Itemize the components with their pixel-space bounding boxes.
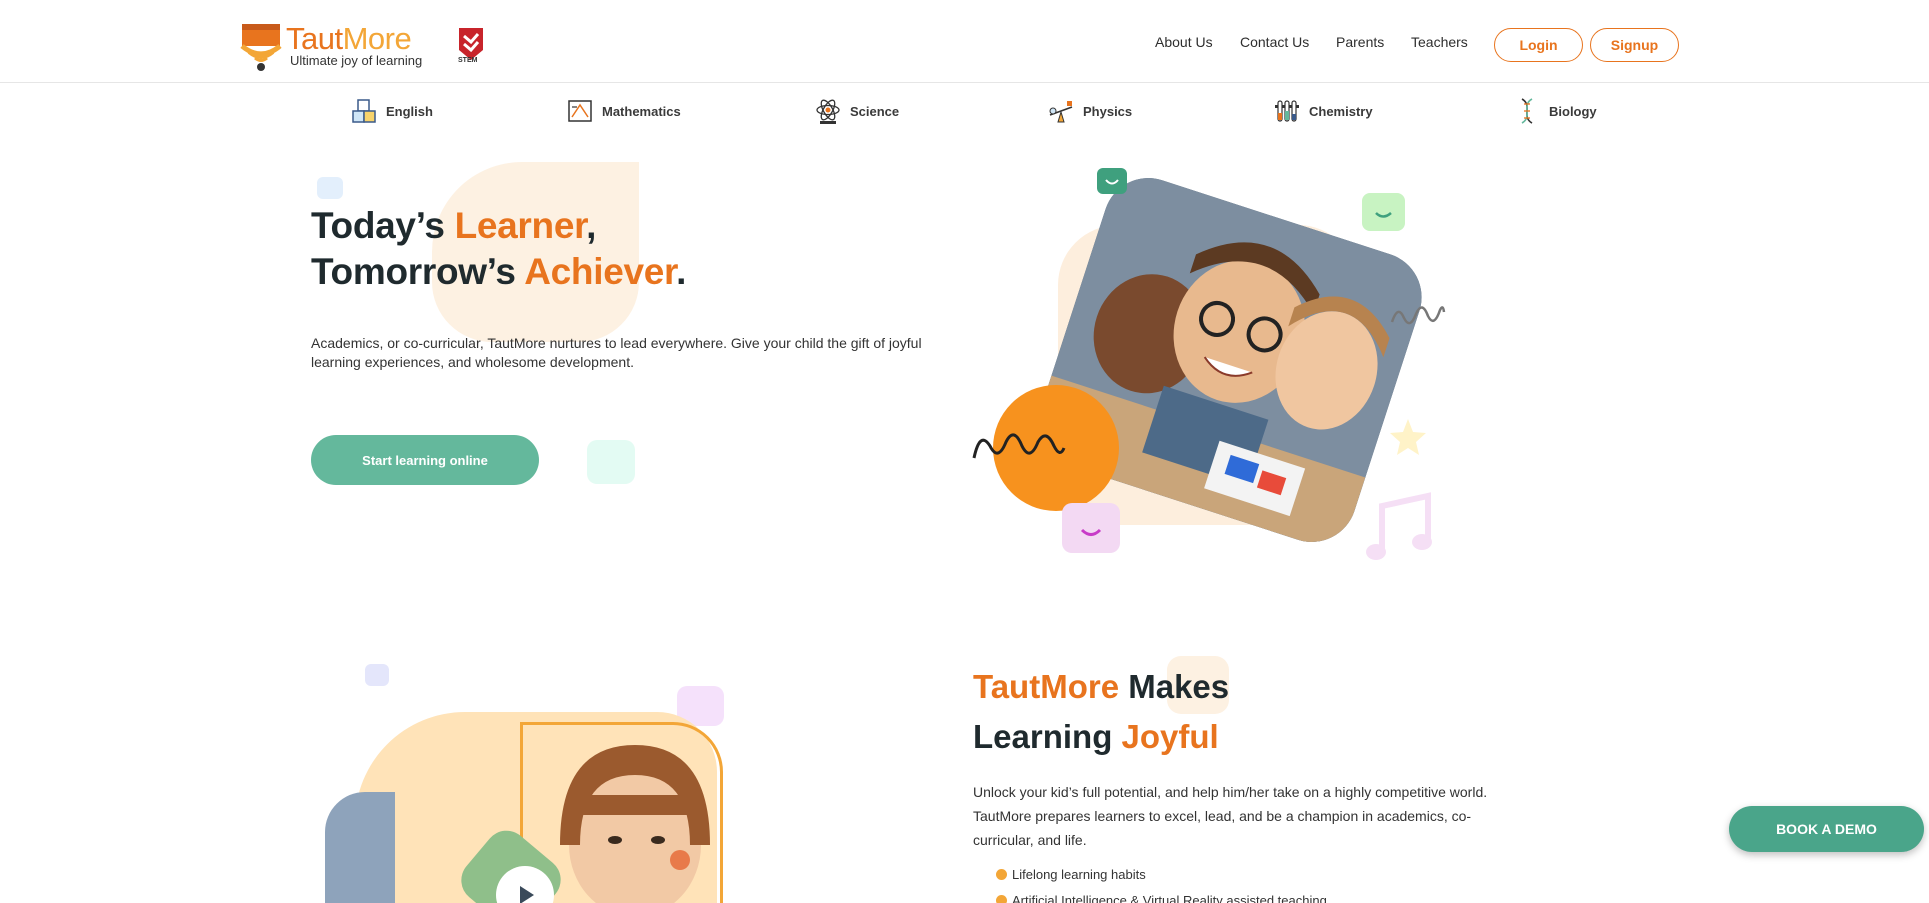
smile-tile-lightgreen bbox=[1362, 193, 1405, 231]
girl-photo bbox=[560, 745, 710, 903]
math-board-icon bbox=[568, 100, 592, 122]
subject-label: Biology bbox=[1549, 103, 1597, 119]
squiggle-grey-icon bbox=[1390, 306, 1446, 325]
subject-label: Physics bbox=[1083, 103, 1133, 119]
section-joyful-description: Unlock your kid’s full potential, and he… bbox=[973, 784, 1488, 848]
nav-parents[interactable]: Parents bbox=[1336, 34, 1384, 50]
book-demo-button[interactable]: BOOK A DEMO bbox=[1729, 806, 1924, 852]
smile-tile-green bbox=[1097, 168, 1127, 194]
login-button[interactable]: Login bbox=[1494, 28, 1583, 62]
bullet-dot-icon bbox=[996, 869, 1007, 880]
dna-icon bbox=[1521, 98, 1533, 124]
squiggle-dark-icon bbox=[972, 433, 1066, 459]
nav-contact-us[interactable]: Contact Us bbox=[1240, 34, 1309, 50]
subject-biology[interactable]: Biology bbox=[1513, 97, 1597, 125]
subject-chemistry[interactable]: Chemistry bbox=[1273, 97, 1373, 125]
stem-badge-icon bbox=[459, 28, 483, 60]
decor-blob-mint bbox=[587, 440, 635, 484]
play-icon bbox=[520, 886, 534, 903]
decor-blob-blue bbox=[317, 177, 343, 199]
hero-title: Today’s Learner, Tomorrow’s Achiever. bbox=[311, 205, 687, 292]
subject-english[interactable]: English bbox=[350, 97, 433, 125]
signup-button[interactable]: Signup bbox=[1590, 28, 1679, 62]
feature-bullet: Artificial Intelligence & Virtual Realit… bbox=[996, 893, 1327, 903]
start-learning-button[interactable]: Start learning online bbox=[311, 435, 539, 485]
nav-about-us[interactable]: About Us bbox=[1155, 34, 1213, 50]
decor-blob-lavender bbox=[365, 664, 389, 686]
smile-icon bbox=[1080, 528, 1102, 536]
star-icon bbox=[1390, 419, 1426, 455]
subject-mathematics[interactable]: Mathematics bbox=[566, 97, 681, 125]
bullet-dot-icon bbox=[996, 895, 1007, 903]
subject-label: Chemistry bbox=[1309, 103, 1373, 119]
seesaw-icon bbox=[1049, 101, 1073, 123]
logo-wordmark: TautMore bbox=[286, 21, 412, 56]
logo-tagline: Ultimate joy of learning bbox=[290, 53, 423, 68]
smile-icon bbox=[1105, 179, 1119, 185]
feature-bullet: Lifelong learning habits bbox=[996, 867, 1146, 882]
abc-blocks-icon bbox=[352, 99, 376, 123]
subject-label: English bbox=[386, 103, 433, 119]
tautmore-logo[interactable]: TautMore Ultimate joy of learning bbox=[240, 20, 440, 72]
music-note-icon bbox=[1366, 492, 1432, 560]
stem-badge-label: STEM bbox=[458, 57, 478, 64]
site-header: TautMore Ultimate joy of learning STEM A… bbox=[0, 0, 1929, 83]
nav-teachers[interactable]: Teachers bbox=[1411, 34, 1468, 50]
atom-icon bbox=[816, 99, 840, 124]
wifi-book-logo-icon bbox=[240, 24, 282, 71]
subject-science[interactable]: Science bbox=[814, 97, 899, 125]
subject-label: Science bbox=[850, 103, 900, 119]
section-joyful-title: TautMore Makes Learning Joyful bbox=[973, 668, 1230, 755]
decor-blob-grey bbox=[325, 792, 395, 903]
subject-physics[interactable]: Physics bbox=[1047, 97, 1132, 125]
test-tubes-icon bbox=[1275, 100, 1299, 122]
smile-tile-pink bbox=[1062, 503, 1120, 553]
smile-icon bbox=[1375, 212, 1392, 218]
hero-description: Academics, or co-curricular, TautMore nu… bbox=[311, 335, 922, 370]
subject-label: Mathematics bbox=[602, 103, 681, 119]
